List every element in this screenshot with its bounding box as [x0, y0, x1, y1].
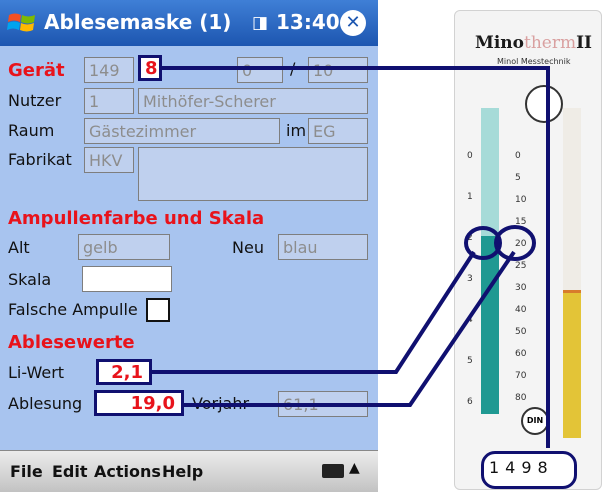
connector-ablesung [184, 250, 516, 407]
connector-liwert [150, 250, 476, 374]
connector-lines [150, 66, 550, 448]
